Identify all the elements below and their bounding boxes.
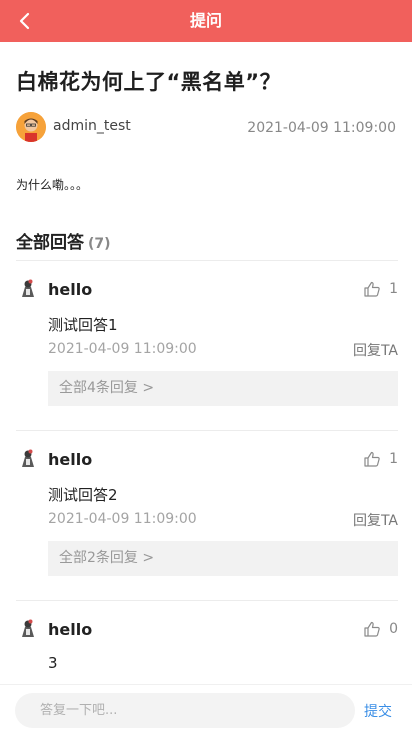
user-avatar[interactable]: [16, 446, 40, 470]
answer-item: hello 0 3: [16, 616, 398, 684]
answers-count: (7): [88, 236, 111, 252]
answer-username[interactable]: hello: [48, 280, 92, 299]
reply-input[interactable]: [15, 693, 355, 728]
question-date: 2021-04-09 11:09:00: [247, 120, 396, 136]
answer-text: 测试回答2: [48, 486, 118, 504]
like-count: 1: [389, 451, 398, 467]
thumbs-up-icon: [364, 621, 380, 637]
like-button[interactable]: 0: [363, 618, 398, 640]
view-replies-button[interactable]: 全部4条回复 >: [48, 371, 398, 406]
answer-item: hello 1 测试回答1 2021-04-09 11:09:00 回复TA 全…: [16, 276, 398, 426]
user-avatar-icon: [16, 616, 40, 640]
user-avatar-icon: [16, 276, 40, 300]
divider: [16, 430, 398, 431]
answer-time: 2021-04-09 11:09:00: [48, 341, 197, 357]
like-button[interactable]: 1: [363, 448, 398, 470]
question-body: 为什么嘞。。。: [16, 178, 89, 192]
answer-item: hello 1 测试回答2 2021-04-09 11:09:00 回复TA 全…: [16, 446, 398, 596]
view-replies-button[interactable]: 全部2条回复 >: [48, 541, 398, 576]
question-author: admin_test 2021-04-09 11:09:00: [16, 112, 396, 144]
user-avatar[interactable]: [16, 276, 40, 300]
page-title: 提问: [189, 11, 222, 30]
reply-button[interactable]: 回复TA: [353, 340, 398, 360]
author-avatar[interactable]: [16, 112, 46, 142]
divider: [16, 260, 398, 261]
answers-heading-label: 全部回答: [16, 233, 84, 253]
like-button[interactable]: 1: [363, 278, 398, 300]
answer-text: 测试回答1: [48, 316, 118, 334]
like-count: 1: [389, 281, 398, 297]
like-count: 0: [389, 621, 398, 637]
question-title: 白棉花为何上了“黑名单”？: [16, 70, 282, 94]
reply-button[interactable]: 回复TA: [353, 510, 398, 530]
avatar-icon: [16, 112, 46, 142]
main-content: 白棉花为何上了“黑名单”？ admin_test 2021-04-09 11:0…: [0, 42, 412, 684]
user-avatar-icon: [16, 446, 40, 470]
answers-heading: 全部回答 (7): [16, 228, 111, 253]
submit-button[interactable]: 提交: [364, 701, 392, 721]
user-avatar[interactable]: [16, 616, 40, 640]
thumbs-up-icon: [364, 281, 380, 297]
reply-bar: 提交: [0, 684, 412, 733]
top-bar: 提问: [0, 0, 412, 42]
thumbs-up-icon: [364, 451, 380, 467]
author-name[interactable]: admin_test: [53, 118, 131, 134]
divider: [16, 600, 398, 601]
answer-text: 3: [48, 654, 58, 672]
answer-username[interactable]: hello: [48, 620, 92, 639]
answer-time: 2021-04-09 11:09:00: [48, 511, 197, 527]
answer-username[interactable]: hello: [48, 450, 92, 469]
